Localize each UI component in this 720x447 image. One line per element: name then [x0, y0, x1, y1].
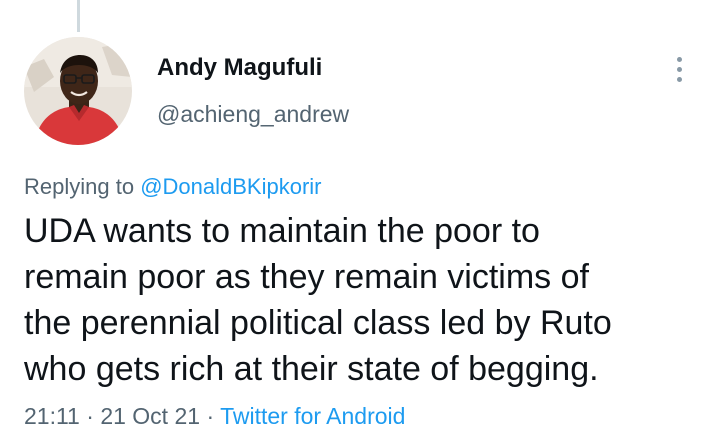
tweet-source-link[interactable]: Twitter for Android — [220, 403, 405, 429]
more-icon-dot-middle — [677, 67, 682, 72]
meta-separator: · — [86, 403, 94, 429]
replying-to-line: Replying to @DonaldBKipkorir — [24, 174, 321, 200]
tweet-text-line: who gets rich at their state of begging. — [24, 350, 599, 388]
tweet-text-line: the perennial political class led by Rut… — [24, 304, 612, 342]
tweet-metadata: 21:11 · 21 Oct 21 · Twitter for Android — [24, 403, 405, 430]
meta-separator: · — [206, 403, 215, 429]
tweet-text-line: UDA wants to maintain the poor to — [24, 212, 540, 250]
replying-to-label: Replying to — [24, 174, 141, 199]
author-handle[interactable]: @achieng_andrew — [157, 101, 349, 128]
more-icon-dot-top — [677, 57, 682, 62]
more-icon-dot-bottom — [677, 77, 682, 82]
tweet-time[interactable]: 21:11 — [24, 403, 80, 429]
replying-to-mention-link[interactable]: @DonaldBKipkorir — [140, 174, 321, 199]
author-name[interactable]: Andy Magufuli — [157, 54, 322, 82]
avatar-photo — [24, 37, 132, 145]
thread-connector-line — [77, 0, 80, 32]
tweet-text-line: remain poor as they remain victims of — [24, 258, 589, 296]
tweet-date[interactable]: 21 Oct 21 — [100, 403, 200, 429]
avatar[interactable] — [24, 37, 132, 145]
more-options-button[interactable] — [664, 52, 696, 88]
tweet-text: UDA wants to maintain the poor to remain… — [24, 208, 704, 392]
